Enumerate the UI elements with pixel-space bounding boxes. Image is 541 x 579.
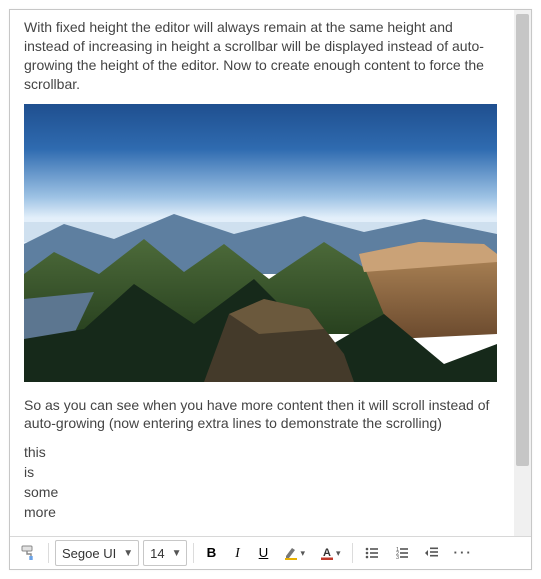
embedded-image[interactable] — [24, 104, 500, 382]
chevron-down-icon: ▼ — [120, 548, 136, 559]
bulleted-list-button[interactable] — [359, 541, 385, 565]
line-group[interactable]: this is some more — [24, 443, 500, 522]
toolbar-separator — [193, 543, 194, 563]
scroll-thumb[interactable] — [516, 14, 529, 466]
font-size-value: 14 — [150, 546, 164, 561]
text-line[interactable]: this — [24, 443, 500, 462]
paragraph[interactable]: So as you can see when you have more con… — [24, 396, 500, 434]
text-line[interactable]: more — [24, 503, 500, 522]
content-viewport: With fixed height the editor will always… — [10, 10, 531, 536]
chevron-down-icon: ▼ — [169, 548, 185, 559]
more-options-button[interactable]: ··· — [449, 541, 478, 565]
editor-content[interactable]: With fixed height the editor will always… — [10, 10, 514, 536]
numbered-list-icon: 1 2 3 — [394, 545, 410, 561]
highlight-color-button[interactable]: ▾ — [278, 541, 310, 565]
svg-text:A: A — [323, 547, 331, 559]
editor-toolbar: Segoe UI ▼ 14 ▼ B I U ▾ A — [10, 536, 531, 569]
toolbar-separator — [48, 543, 49, 563]
font-color-button[interactable]: A ▾ — [314, 541, 346, 565]
highlighter-icon — [283, 545, 299, 561]
svg-text:3: 3 — [396, 555, 399, 561]
font-family-value: Segoe UI — [62, 546, 116, 561]
toolbar-separator — [352, 543, 353, 563]
text-line[interactable]: some — [24, 483, 500, 502]
vertical-scrollbar[interactable] — [514, 10, 531, 536]
italic-button[interactable]: I — [226, 541, 248, 565]
ellipsis-icon: ··· — [454, 546, 473, 559]
numbered-list-button[interactable]: 1 2 3 — [389, 541, 415, 565]
underline-button[interactable]: U — [252, 541, 274, 565]
clear-formatting-button[interactable] — [16, 541, 42, 565]
text-line[interactable]: is — [24, 463, 500, 482]
outdent-icon — [424, 545, 440, 561]
editor-container: With fixed height the editor will always… — [9, 9, 532, 570]
chevron-down-icon: ▾ — [336, 549, 341, 558]
app-frame: With fixed height the editor will always… — [0, 0, 541, 579]
font-family-select[interactable]: Segoe UI ▼ — [55, 540, 139, 566]
font-color-icon: A — [319, 545, 335, 561]
chevron-down-icon: ▾ — [300, 549, 305, 558]
bold-button[interactable]: B — [200, 541, 222, 565]
paragraph[interactable]: With fixed height the editor will always… — [24, 18, 500, 94]
font-size-select[interactable]: 14 ▼ — [143, 540, 187, 566]
paint-roller-icon — [21, 545, 37, 561]
bullet-list-icon — [364, 545, 380, 561]
outdent-button[interactable] — [419, 541, 445, 565]
